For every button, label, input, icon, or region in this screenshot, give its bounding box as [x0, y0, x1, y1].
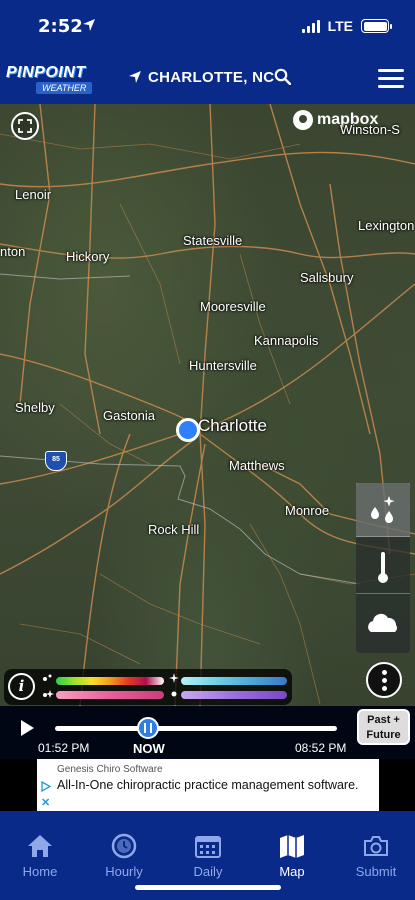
snow-legend-icon — [169, 673, 179, 683]
location-arrow-icon — [83, 19, 95, 31]
tab-label: Submit — [355, 864, 397, 879]
calendar-icon — [195, 836, 221, 858]
map-label: Monroe — [285, 503, 330, 518]
camera-icon — [364, 836, 388, 856]
mix-scale — [56, 691, 164, 699]
tab-label: Daily — [193, 864, 223, 879]
ice-scale — [181, 691, 287, 699]
location-arrow-icon[interactable] — [128, 70, 142, 84]
more-options-button[interactable] — [366, 662, 402, 698]
rain-scale — [56, 677, 164, 685]
clock-icon — [111, 833, 137, 859]
more-dots-icon — [382, 670, 387, 675]
logo-text-bottom: WEATHER — [36, 82, 93, 94]
map-label: Matthews — [229, 458, 285, 473]
ad-banner-container: ✕ Genesis Chiro Software All-In-One chir… — [0, 759, 415, 811]
map-label: Huntersville — [189, 358, 257, 373]
timeline-track[interactable] — [55, 726, 337, 731]
ad-banner[interactable]: ✕ Genesis Chiro Software All-In-One chir… — [37, 759, 379, 811]
current-location-marker — [176, 418, 200, 442]
ad-sponsor: Genesis Chiro Software — [57, 764, 163, 775]
tab-daily[interactable]: Daily — [173, 833, 243, 881]
past-future-toggle[interactable]: Past + Future — [357, 709, 410, 745]
map-icon — [280, 835, 304, 858]
signal-icon — [301, 19, 320, 33]
search-icon[interactable] — [274, 68, 291, 85]
radar-timeline: 01:52 PM NOW 08:52 PM Past + Future — [0, 706, 415, 759]
battery-icon — [361, 19, 392, 33]
tab-label: Home — [22, 864, 58, 879]
road-network — [0, 104, 415, 706]
tab-label: Map — [279, 864, 305, 879]
map-label: Winston-S — [340, 122, 400, 137]
ad-choices-icon[interactable] — [41, 781, 51, 792]
temperature-layer-button[interactable] — [356, 540, 410, 594]
precip-layer-button[interactable] — [356, 483, 410, 537]
mix-legend-icon — [43, 690, 54, 698]
map-label: Gastonia — [103, 408, 156, 423]
precip-icon — [371, 496, 395, 523]
ad-close-icon[interactable]: ✕ — [41, 796, 50, 809]
tab-submit[interactable]: Submit — [341, 833, 411, 881]
tab-map[interactable]: Map — [257, 833, 327, 881]
map-label: Statesville — [183, 233, 243, 248]
tab-hourly[interactable]: Hourly — [89, 833, 159, 881]
expand-icon — [18, 119, 32, 133]
hamburger-menu-icon[interactable] — [378, 69, 404, 88]
map-label: Shelby — [15, 400, 55, 415]
network-type: LTE — [327, 18, 353, 34]
map-label: Mooresville — [200, 299, 266, 314]
radar-legend: i — [4, 669, 292, 705]
home-icon — [28, 835, 52, 857]
timeline-scrubber[interactable] — [137, 717, 159, 739]
layer-panel — [356, 483, 410, 653]
timeline-end-time: 08:52 PM — [295, 741, 347, 755]
mapbox-logo-icon — [293, 110, 313, 130]
ice-legend-icon — [171, 691, 177, 697]
location-name[interactable]: CHARLOTTE, NC — [148, 69, 274, 86]
map-label: Hickory — [66, 249, 110, 264]
timeline-start-time: 01:52 PM — [38, 741, 90, 755]
cloud-layer-button[interactable] — [356, 597, 410, 651]
map-label: nton — [0, 244, 26, 259]
tab-home[interactable]: Home — [5, 833, 75, 881]
status-indicators: LTE — [301, 18, 392, 34]
tab-label: Hourly — [105, 864, 143, 879]
timeline-now-label: NOW — [133, 741, 165, 756]
ad-text: All-In-One chiropractic practice managem… — [57, 778, 359, 792]
play-icon[interactable] — [18, 719, 36, 737]
map-label: Kannapolis — [254, 333, 319, 348]
cloud-icon — [368, 613, 397, 632]
map-label: Lenoir — [15, 187, 52, 202]
rain-legend-icon — [43, 674, 52, 681]
map-label: Rock Hill — [148, 522, 200, 537]
snow-scale — [181, 677, 287, 685]
logo-text-top: PINPOINT — [6, 64, 86, 81]
interstate-shield: 85 — [45, 451, 67, 471]
map-label: Lexington — [358, 218, 415, 233]
radar-map[interactable]: mapbox Winston-S Lenoir Lexington States… — [0, 104, 415, 706]
map-label: Charlotte — [198, 416, 267, 435]
status-time: 2:52 — [38, 16, 83, 37]
fullscreen-button[interactable] — [11, 112, 39, 140]
map-label: Salisbury — [300, 270, 354, 285]
app-header: PINPOINT WEATHER CHARLOTTE, NC — [0, 56, 415, 104]
home-indicator — [135, 885, 281, 890]
info-icon[interactable]: i — [8, 673, 35, 700]
status-bar: 2:52 LTE — [0, 0, 415, 56]
pinpoint-weather-logo: PINPOINT WEATHER — [6, 62, 112, 96]
thermometer-icon — [378, 552, 388, 583]
